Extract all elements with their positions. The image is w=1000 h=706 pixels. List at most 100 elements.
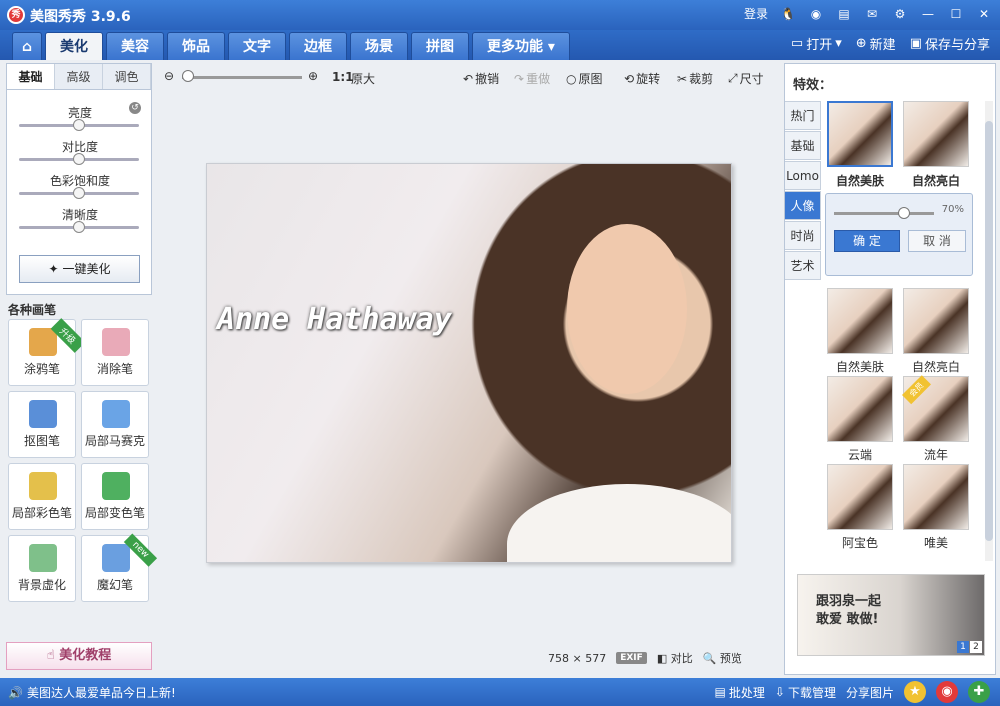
rotate-button[interactable]: ⟲ 旋转 xyxy=(624,70,660,87)
open-button[interactable]: ▭ 打开 ▾ xyxy=(791,34,842,53)
ad-banner[interactable]: 跟羽泉一起 敢爱 敢做! 12 xyxy=(797,574,985,656)
share-image-button[interactable]: 分享图片 xyxy=(846,684,894,701)
brush-icon xyxy=(29,472,57,500)
effect-category-4[interactable]: 时尚 xyxy=(785,221,821,250)
slider-knob[interactable] xyxy=(73,187,85,199)
confirm-button[interactable]: 确 定 xyxy=(834,230,900,252)
ad-pager: 12 xyxy=(957,641,982,653)
tab-more[interactable]: 更多功能 ▾ xyxy=(472,32,570,60)
effect-label: 唯美 xyxy=(923,536,948,550)
maximize-icon[interactable]: ☐ xyxy=(948,6,964,22)
tab-beautify[interactable]: 美化 xyxy=(45,32,104,60)
one-click-beautify-button[interactable]: ✦ 一键美化 xyxy=(19,255,140,283)
adjust-slider-0[interactable] xyxy=(19,119,139,131)
effect-thumbnail[interactable] xyxy=(903,464,969,530)
effect-label: 流年 xyxy=(923,448,948,462)
pen-tool-5[interactable]: 局部变色笔 xyxy=(81,463,149,530)
adjust-slider-2[interactable] xyxy=(19,187,139,199)
redo-button[interactable]: ↷ 重做 xyxy=(514,70,550,87)
pen-tool-6[interactable]: 背景虚化 xyxy=(8,535,76,602)
save-share-button[interactable]: ▣ 保存与分享 xyxy=(910,34,990,53)
qq-icon[interactable]: 🐧 xyxy=(780,6,796,22)
effects-scrollbar[interactable] xyxy=(985,101,993,561)
hand-icon: ☝ xyxy=(46,648,55,663)
settings-icon[interactable]: ⚙ xyxy=(892,6,908,22)
effect-thumbnail[interactable]: 会员 xyxy=(902,375,969,442)
photo-canvas[interactable]: Anne Hathaway xyxy=(206,163,732,563)
adjust-slider-3[interactable] xyxy=(19,221,139,233)
tab-face[interactable]: 美容 xyxy=(106,32,165,60)
resize-button[interactable]: ⤢ 尺寸 xyxy=(728,70,764,87)
pen-tool-7[interactable]: 魔幻笔 new xyxy=(81,533,158,602)
login-link[interactable]: 登录 xyxy=(744,5,768,22)
tab-border[interactable]: 边框 xyxy=(289,32,348,60)
pen-tool-3[interactable]: 局部马赛克 xyxy=(81,391,149,458)
original-button[interactable]: ○ 原图 xyxy=(566,70,603,87)
note-icon[interactable]: ▤ xyxy=(836,6,852,22)
star-icon[interactable]: ★ xyxy=(904,681,926,703)
brush-icon xyxy=(29,544,57,572)
adjust-slider-1[interactable] xyxy=(19,153,139,165)
effect-category-3[interactable]: 人像 xyxy=(785,191,821,220)
canvas-area: ⊖ ⊕ 1:1 原大 ↶ 撤销 ↷ 重做 ○ 原图 ⟲ 旋转 ✂ 裁剪 ⤢ 尺寸 Anne … xyxy=(158,60,778,678)
ad-page-dot[interactable]: 2 xyxy=(970,641,982,653)
undo-icon: ↶ xyxy=(463,71,474,86)
minimize-icon[interactable]: — xyxy=(920,6,936,22)
pen-tool-4[interactable]: 局部彩色笔 xyxy=(8,463,76,530)
effect-thumbnail[interactable] xyxy=(827,464,893,530)
compare-button[interactable]: ◧ 对比 xyxy=(657,650,693,666)
main-tab-bar: ⌂ 美化 美容 饰品 文字 边框 场景 拼图 更多功能 ▾ ▭ 打开 ▾ ⊕ 新建 ▣ 保存与分享 xyxy=(0,30,1000,60)
effect-strength-slider[interactable] xyxy=(834,207,934,219)
tab-collage[interactable]: 拼图 xyxy=(411,32,470,60)
weibo-icon[interactable]: ◉ xyxy=(808,6,824,22)
effect-strength-knob[interactable] xyxy=(898,207,910,219)
effect-category-5[interactable]: 艺术 xyxy=(785,251,821,280)
download-manager-button[interactable]: ⇩ 下载管理 xyxy=(775,684,836,701)
effect-thumbnail[interactable] xyxy=(827,376,893,442)
effect-thumbnail[interactable] xyxy=(903,288,969,354)
effect-category-1[interactable]: 基础 xyxy=(785,131,821,160)
pen-tool-2[interactable]: 抠图笔 xyxy=(8,391,76,458)
mail-icon[interactable]: ✉ xyxy=(864,6,880,22)
weibo-share-icon[interactable]: ◉ xyxy=(936,681,958,703)
original-size-label[interactable]: 原大 xyxy=(351,70,375,87)
tab-decor[interactable]: 饰品 xyxy=(167,32,226,60)
cancel-button[interactable]: 取 消 xyxy=(908,230,966,252)
crop-button[interactable]: ✂ 裁剪 xyxy=(677,70,713,87)
undo-button[interactable]: ↶ 撤销 xyxy=(463,70,499,87)
zoom-out-icon[interactable]: ⊖ xyxy=(164,69,174,83)
close-icon[interactable]: ✕ xyxy=(976,6,992,22)
subtab-0[interactable]: 基础 xyxy=(7,64,55,89)
plus-circle-icon: ⊕ xyxy=(855,36,867,51)
status-message[interactable]: 🔊 美图达人最爱单品今日上新! xyxy=(8,684,176,701)
effect-category-2[interactable]: Lomo xyxy=(785,161,821,190)
zoom-slider[interactable] xyxy=(182,76,302,79)
zoom-in-icon[interactable]: ⊕ xyxy=(308,69,318,83)
slider-knob[interactable] xyxy=(73,119,85,131)
tab-text[interactable]: 文字 xyxy=(228,32,287,60)
effect-thumbnail[interactable] xyxy=(827,288,893,354)
effect-thumbnail[interactable] xyxy=(903,101,969,167)
tutorial-button[interactable]: ☝ 美化教程 xyxy=(6,642,152,670)
ad-page-dot[interactable]: 1 xyxy=(957,641,969,653)
effect-thumbnail[interactable] xyxy=(827,101,893,167)
app-logo-icon: 秀 xyxy=(7,6,25,24)
preview-button[interactable]: 🔍 预览 xyxy=(703,650,742,666)
tab-scene[interactable]: 场景 xyxy=(350,32,409,60)
effects-scrollbar-thumb[interactable] xyxy=(985,121,993,541)
add-icon[interactable]: ✚ xyxy=(968,681,990,703)
pen-section-title: 各种画笔 xyxy=(8,303,57,317)
tab-home[interactable]: ⌂ xyxy=(12,32,43,60)
effect-category-0[interactable]: 热门 xyxy=(785,101,821,130)
canvas-toolbar: ⊖ ⊕ 1:1 原大 ↶ 撤销 ↷ 重做 ○ 原图 ⟲ 旋转 ✂ 裁剪 ⤢ 尺寸 xyxy=(158,68,778,88)
exif-badge[interactable]: EXIF xyxy=(616,652,647,664)
pen-tool-0[interactable]: 涂鸦笔 升级 xyxy=(8,318,86,386)
zoom-slider-knob[interactable] xyxy=(182,70,194,82)
subtab-2[interactable]: 调色 xyxy=(103,64,151,89)
subtab-1[interactable]: 高级 xyxy=(55,64,103,89)
pen-tool-1[interactable]: 消除笔 xyxy=(81,319,149,386)
batch-button[interactable]: ▤ 批处理 xyxy=(715,684,765,701)
slider-knob[interactable] xyxy=(73,153,85,165)
slider-knob[interactable] xyxy=(73,221,85,233)
new-button[interactable]: ⊕ 新建 xyxy=(856,34,896,53)
